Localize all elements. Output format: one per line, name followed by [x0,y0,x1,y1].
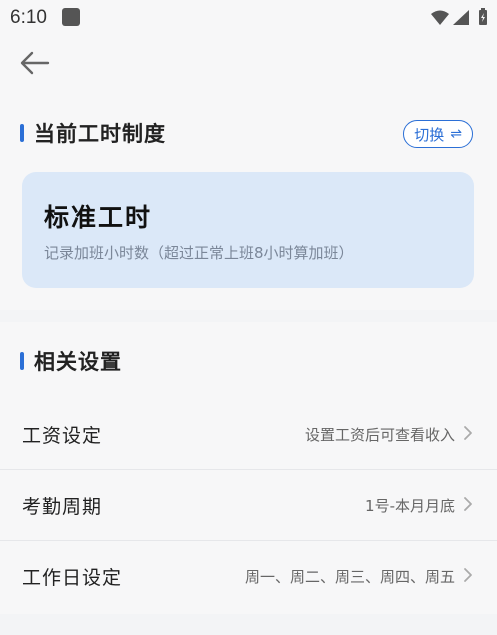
row-label: 工作日设定 [22,567,123,589]
row-value: 周一、周二、周三、周四、周五 [244,568,455,586]
workday-setting-row[interactable]: 工作日设定 周一、周二、周三、周四、周五 [0,541,497,612]
row-label: 工资设定 [22,425,103,447]
row-value: 1号-本月月底 [365,497,455,515]
work-hours-section: 当前工时制度 切换 ⇌ 标准工时 记录加班小时数（超过正常上班8小时算加班） [0,94,497,310]
work-mode-description: 记录加班小时数（超过正常上班8小时算加班） [44,244,354,262]
status-bar: 6:10 [0,0,497,36]
row-value: 设置工资后可查看收入 [304,426,455,444]
attendance-cycle-row[interactable]: 考勤周期 1号-本月月底 [0,470,497,541]
section-title: 相关设置 [34,350,122,374]
wifi-icon [431,10,449,25]
switch-button[interactable]: 切换 ⇌ [403,120,473,148]
arrow-left-icon [20,51,50,75]
back-button[interactable] [18,48,58,82]
battery-icon [479,8,487,25]
work-hours-header: 当前工时制度 [20,118,166,148]
status-time: 6:10 [10,7,47,28]
chevron-right-icon [464,426,472,440]
section-title: 当前工时制度 [34,122,166,146]
settings-header: 相关设置 [20,346,122,376]
signal-icon [453,10,469,25]
work-mode-title: 标准工时 [44,203,153,232]
top-bar [0,36,497,94]
swap-arrows-icon: ⇌ [450,126,462,142]
status-icons [429,8,491,26]
section-accent-bar [20,352,24,370]
chevron-right-icon [464,568,472,582]
switch-label: 切换 [414,125,445,144]
salary-setting-row[interactable]: 工资设定 设置工资后可查看收入 [0,399,497,470]
app-square-icon [62,8,80,26]
section-accent-bar [20,124,24,142]
work-mode-card: 标准工时 记录加班小时数（超过正常上班8小时算加班） [22,172,474,288]
row-label: 考勤周期 [22,496,103,518]
settings-section: 相关设置 工资设定 设置工资后可查看收入 考勤周期 1号-本月月底 工作日设定 … [0,322,497,614]
chevron-right-icon [464,497,472,511]
